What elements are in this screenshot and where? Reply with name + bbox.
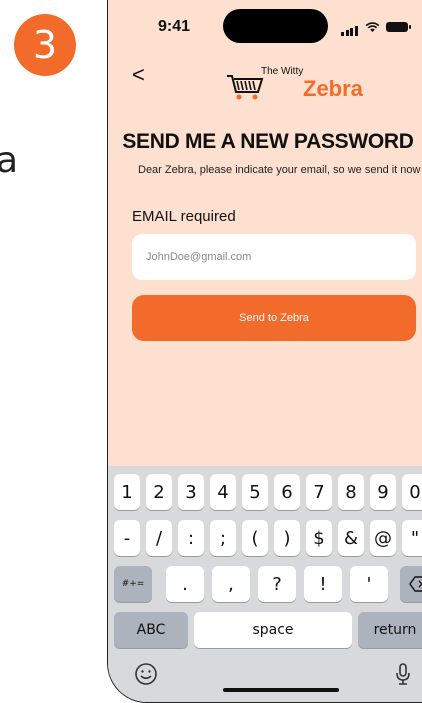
battery-icon — [386, 22, 411, 32]
key-9[interactable]: 9 — [370, 474, 396, 510]
key-semicolon[interactable]: ; — [210, 520, 236, 556]
key-7[interactable]: 7 — [306, 474, 332, 510]
key-question[interactable]: ? — [258, 566, 296, 602]
key-comma[interactable]: , — [212, 566, 250, 602]
key-space[interactable]: space — [194, 612, 352, 648]
key-0[interactable]: 0 — [402, 474, 422, 510]
wifi-icon — [365, 21, 380, 32]
emoji-icon[interactable] — [134, 662, 158, 686]
key-4[interactable]: 4 — [210, 474, 236, 510]
signal-icon — [341, 18, 359, 36]
logo-small-text: The Witty — [261, 66, 304, 77]
microphone-icon[interactable] — [394, 662, 412, 686]
key-dash[interactable]: - — [114, 520, 140, 556]
send-button[interactable]: Send to Zebra — [132, 295, 416, 341]
key-colon[interactable]: : — [178, 520, 204, 556]
email-field[interactable] — [132, 234, 416, 280]
status-bar: 9:41 — [108, 0, 422, 48]
background-text-fragment: a — [0, 140, 19, 181]
key-at[interactable]: @ — [370, 520, 396, 556]
key-slash[interactable]: / — [146, 520, 172, 556]
phone-screen: 9:41 < The Witty Zebra SEND ME A NEW PAS… — [107, 0, 422, 703]
shopping-cart-icon — [227, 75, 264, 100]
key-open-paren[interactable]: ( — [242, 520, 268, 556]
key-1[interactable]: 1 — [114, 474, 140, 510]
key-5[interactable]: 5 — [242, 474, 268, 510]
key-3[interactable]: 3 — [178, 474, 204, 510]
backspace-icon — [409, 576, 422, 592]
page-title: SEND ME A NEW PASSWORD — [122, 130, 414, 153]
delete-key[interactable] — [400, 566, 422, 602]
logo-brand-text: Zebra — [303, 76, 363, 101]
key-dollar[interactable]: $ — [306, 520, 332, 556]
step-number-badge: 3 — [14, 14, 76, 76]
key-return[interactable]: return — [358, 612, 422, 648]
key-close-paren[interactable]: ) — [274, 520, 300, 556]
key-abc[interactable]: ABC — [114, 612, 188, 648]
back-button[interactable]: < — [132, 62, 145, 88]
status-time: 9:41 — [158, 18, 191, 35]
keyboard: 1 2 3 4 5 6 7 8 9 0 - / : ; ( ) $ & @ " … — [108, 466, 422, 702]
brand-logo: The Witty Zebra — [225, 64, 363, 102]
key-period[interactable]: . — [166, 566, 204, 602]
home-indicator — [223, 688, 339, 692]
email-field-label: EMAIL required — [132, 208, 236, 225]
key-quote[interactable]: " — [402, 520, 422, 556]
status-icons — [341, 18, 411, 36]
key-apostrophe[interactable]: ' — [350, 566, 388, 602]
page-subtitle: Dear Zebra, please indicate your email, … — [138, 164, 421, 176]
key-ampersand[interactable]: & — [338, 520, 364, 556]
key-8[interactable]: 8 — [338, 474, 364, 510]
key-exclamation[interactable]: ! — [304, 566, 342, 602]
key-symbols[interactable]: #+= — [114, 566, 152, 602]
key-6[interactable]: 6 — [274, 474, 300, 510]
dynamic-island — [223, 9, 328, 43]
key-2[interactable]: 2 — [146, 474, 172, 510]
